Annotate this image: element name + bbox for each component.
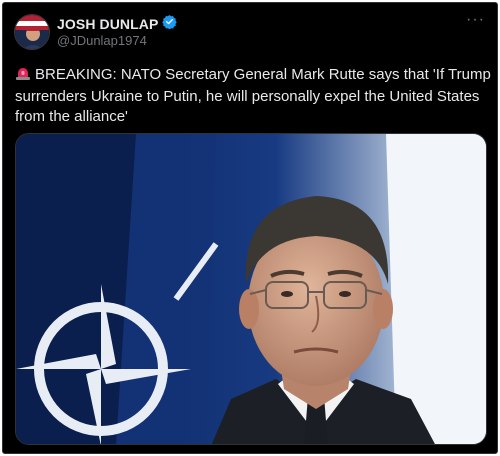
avatar[interactable] [14, 14, 50, 50]
author-name-row: JOSH DUNLAP [57, 14, 178, 34]
tweet-text: BREAKING: NATO Secretary General Mark Ru… [15, 65, 493, 127]
tweet-photo[interactable] [15, 133, 487, 445]
author-handle[interactable]: @JDunlap1974 [57, 33, 147, 48]
verified-badge-icon [162, 14, 178, 34]
rotating-light-icon [15, 65, 31, 87]
tweet-body: BREAKING: NATO Secretary General Mark Ru… [15, 66, 491, 125]
tweet-card: JOSH DUNLAP @JDunlap1974 ··· BREAKING: N… [2, 2, 498, 454]
display-name[interactable]: JOSH DUNLAP [57, 16, 158, 32]
more-options-button[interactable]: ··· [466, 11, 485, 29]
